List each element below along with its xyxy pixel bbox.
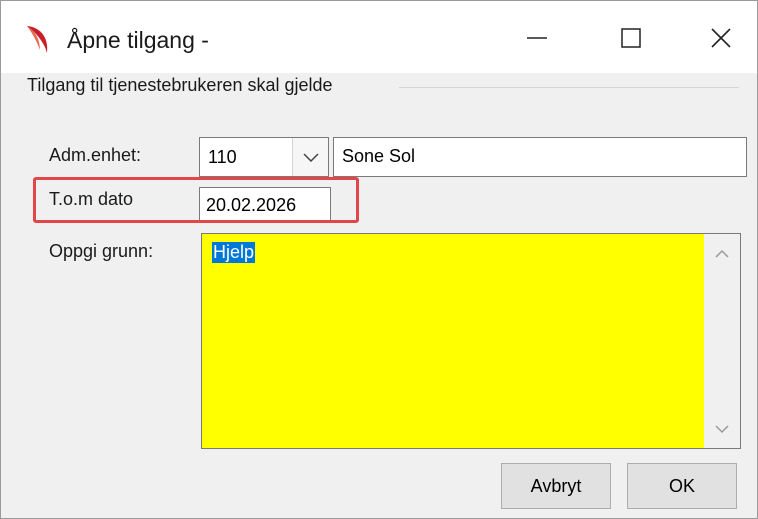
- group-label: Tilgang til tjenestebrukeren skal gjelde: [27, 75, 337, 96]
- adm-enhet-name-field[interactable]: Sone Sol: [333, 137, 747, 177]
- grunn-label: Oppgi grunn:: [49, 241, 154, 261]
- ok-button[interactable]: OK: [627, 463, 737, 509]
- window-title: Åpne tilgang -: [67, 27, 209, 53]
- chevron-down-icon: [715, 424, 729, 433]
- chevron-up-icon: [715, 249, 729, 258]
- title-bar: Åpne tilgang -: [1, 1, 757, 73]
- adm-enhet-code: 110: [208, 147, 237, 167]
- close-button[interactable]: [695, 15, 747, 61]
- reason-textarea[interactable]: Hjelp: [201, 233, 741, 449]
- dropdown-button[interactable]: [292, 138, 328, 176]
- close-icon: [711, 28, 731, 48]
- scroll-down-button[interactable]: [704, 414, 740, 444]
- app-logo-icon: [27, 26, 48, 53]
- minimize-button[interactable]: [511, 15, 563, 61]
- dialog-window: Åpne tilgang - Tilgang til tjenestebruke…: [0, 0, 758, 519]
- adm-enhet-label: Adm.enhet:: [49, 145, 142, 165]
- group-divider: [399, 87, 739, 88]
- highlight-annotation: [33, 177, 359, 223]
- chevron-down-icon: [302, 153, 319, 162]
- reason-text: Hjelp: [212, 242, 256, 263]
- scroll-up-button[interactable]: [704, 238, 740, 268]
- cancel-button[interactable]: Avbryt: [501, 463, 611, 509]
- reason-scrollbar[interactable]: [704, 234, 740, 448]
- maximize-icon: [621, 28, 641, 48]
- adm-enhet-name: Sone Sol: [342, 146, 416, 166]
- minimize-icon: [527, 37, 547, 39]
- maximize-button[interactable]: [605, 15, 657, 61]
- adm-enhet-combobox[interactable]: 110: [199, 137, 329, 177]
